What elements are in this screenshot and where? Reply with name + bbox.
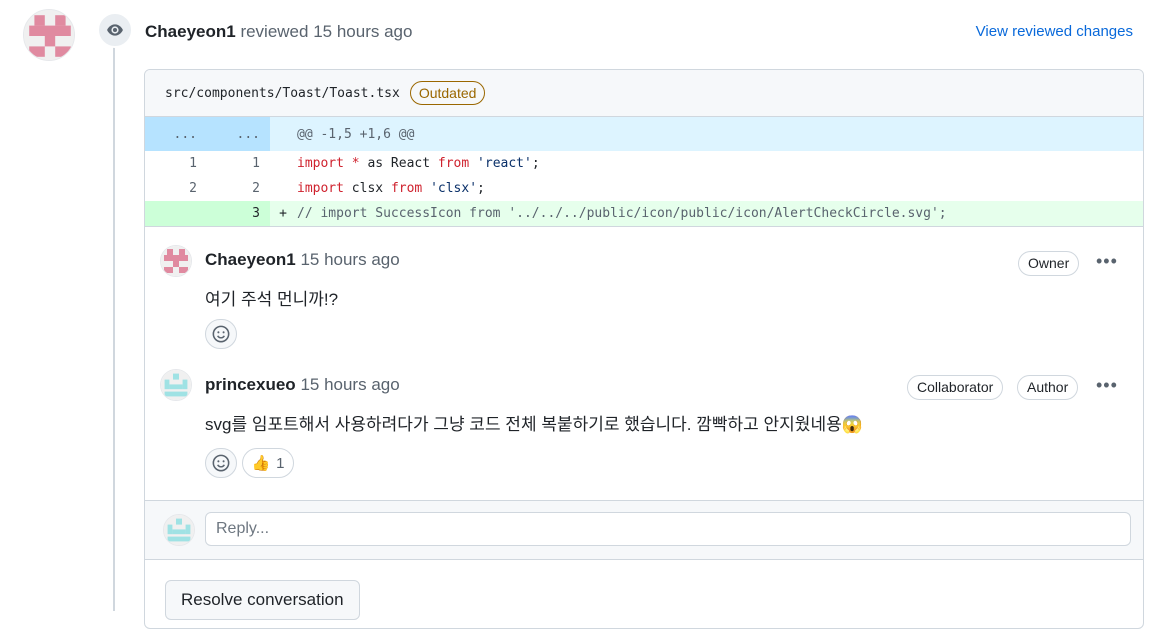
reply-area: [145, 500, 1143, 560]
collaborator-badge: Collaborator: [907, 375, 1004, 400]
reply-input[interactable]: [205, 512, 1131, 546]
hunk-expand-right[interactable]: ...: [207, 117, 270, 151]
file-path[interactable]: src/components/Toast/Toast.tsx: [165, 86, 400, 101]
code-line: // import SuccessIcon from '../../../pub…: [297, 206, 947, 221]
diff-line: 2 2 import clsx from 'clsx';: [145, 176, 1143, 201]
review-header: Chaeyeon1 reviewed 15 hours ago: [145, 22, 412, 42]
identicon-pink: [24, 10, 74, 60]
comment-header: Chaeyeon1 15 hours ago: [205, 250, 400, 270]
old-line-number[interactable]: [145, 201, 207, 226]
add-reaction-button[interactable]: [205, 319, 237, 349]
comment-avatar[interactable]: [160, 245, 192, 277]
review-action: reviewed: [240, 22, 309, 41]
author-badge: Author: [1017, 375, 1079, 400]
resolve-conversation-button[interactable]: Resolve conversation: [165, 580, 360, 620]
identicon-teal: [164, 515, 194, 545]
diff-line: 1 1 import * as React from 'react';: [145, 151, 1143, 176]
comment-time[interactable]: 15 hours ago: [300, 250, 399, 269]
comment-body: svg를 임포트해서 사용하려다가 그냥 코드 전체 복붙하기로 했습니다. 깜…: [205, 415, 863, 434]
hunk-row: ... ... @@ -1,5 +1,6 @@: [145, 117, 1143, 151]
new-line-number[interactable]: 2: [207, 176, 270, 201]
add-reaction-button[interactable]: [205, 448, 237, 478]
hunk-header: @@ -1,5 +1,6 @@: [297, 126, 415, 142]
smiley-icon: [212, 454, 230, 472]
diff-line-added: 3 + // import SuccessIcon from '../../..…: [145, 201, 1143, 226]
thumbs-up-icon: 👍: [251, 455, 271, 472]
outdated-badge: Outdated: [409, 81, 486, 105]
new-line-number[interactable]: 1: [207, 151, 270, 176]
owner-badge: Owner: [1018, 251, 1080, 276]
reviewer-avatar[interactable]: [23, 9, 75, 61]
kebab-horizontal-icon[interactable]: •••: [1096, 251, 1118, 272]
comment-author[interactable]: Chaeyeon1: [205, 250, 296, 269]
comment-author[interactable]: princexueo: [205, 375, 296, 394]
identicon-pink: [161, 246, 191, 276]
old-line-number[interactable]: 1: [145, 151, 207, 176]
diff-table: ... ... @@ -1,5 +1,6 @@ 1 1 import * as …: [145, 117, 1143, 227]
comment-body: 여기 주석 먼니까!?: [205, 290, 339, 309]
review-author[interactable]: Chaeyeon1: [145, 22, 236, 41]
code-line: import clsx from 'clsx';: [297, 181, 485, 196]
smiley-icon: [212, 325, 230, 343]
eye-icon: [97, 12, 133, 48]
comment-avatar[interactable]: [160, 369, 192, 401]
view-reviewed-changes-link[interactable]: View reviewed changes: [976, 23, 1133, 40]
timeline-line: [113, 44, 115, 611]
comment-time[interactable]: 15 hours ago: [300, 375, 399, 394]
diff-marker: +: [279, 206, 287, 221]
identicon-teal: [161, 370, 191, 400]
hunk-expand-left[interactable]: ...: [145, 117, 207, 151]
reply-avatar: [163, 514, 195, 546]
reaction-count: 1: [276, 454, 285, 472]
kebab-horizontal-icon[interactable]: •••: [1096, 375, 1118, 396]
old-line-number[interactable]: 2: [145, 176, 207, 201]
review-time[interactable]: 15 hours ago: [313, 22, 412, 41]
comment-header: princexueo 15 hours ago: [205, 375, 400, 395]
thumbs-up-reaction[interactable]: 👍 1: [242, 448, 294, 478]
file-header: src/components/Toast/Toast.tsx Outdated: [145, 70, 1143, 117]
new-line-number[interactable]: 3: [207, 201, 270, 226]
code-line: import * as React from 'react';: [297, 156, 540, 171]
review-thread: src/components/Toast/Toast.tsx Outdated …: [144, 69, 1144, 629]
